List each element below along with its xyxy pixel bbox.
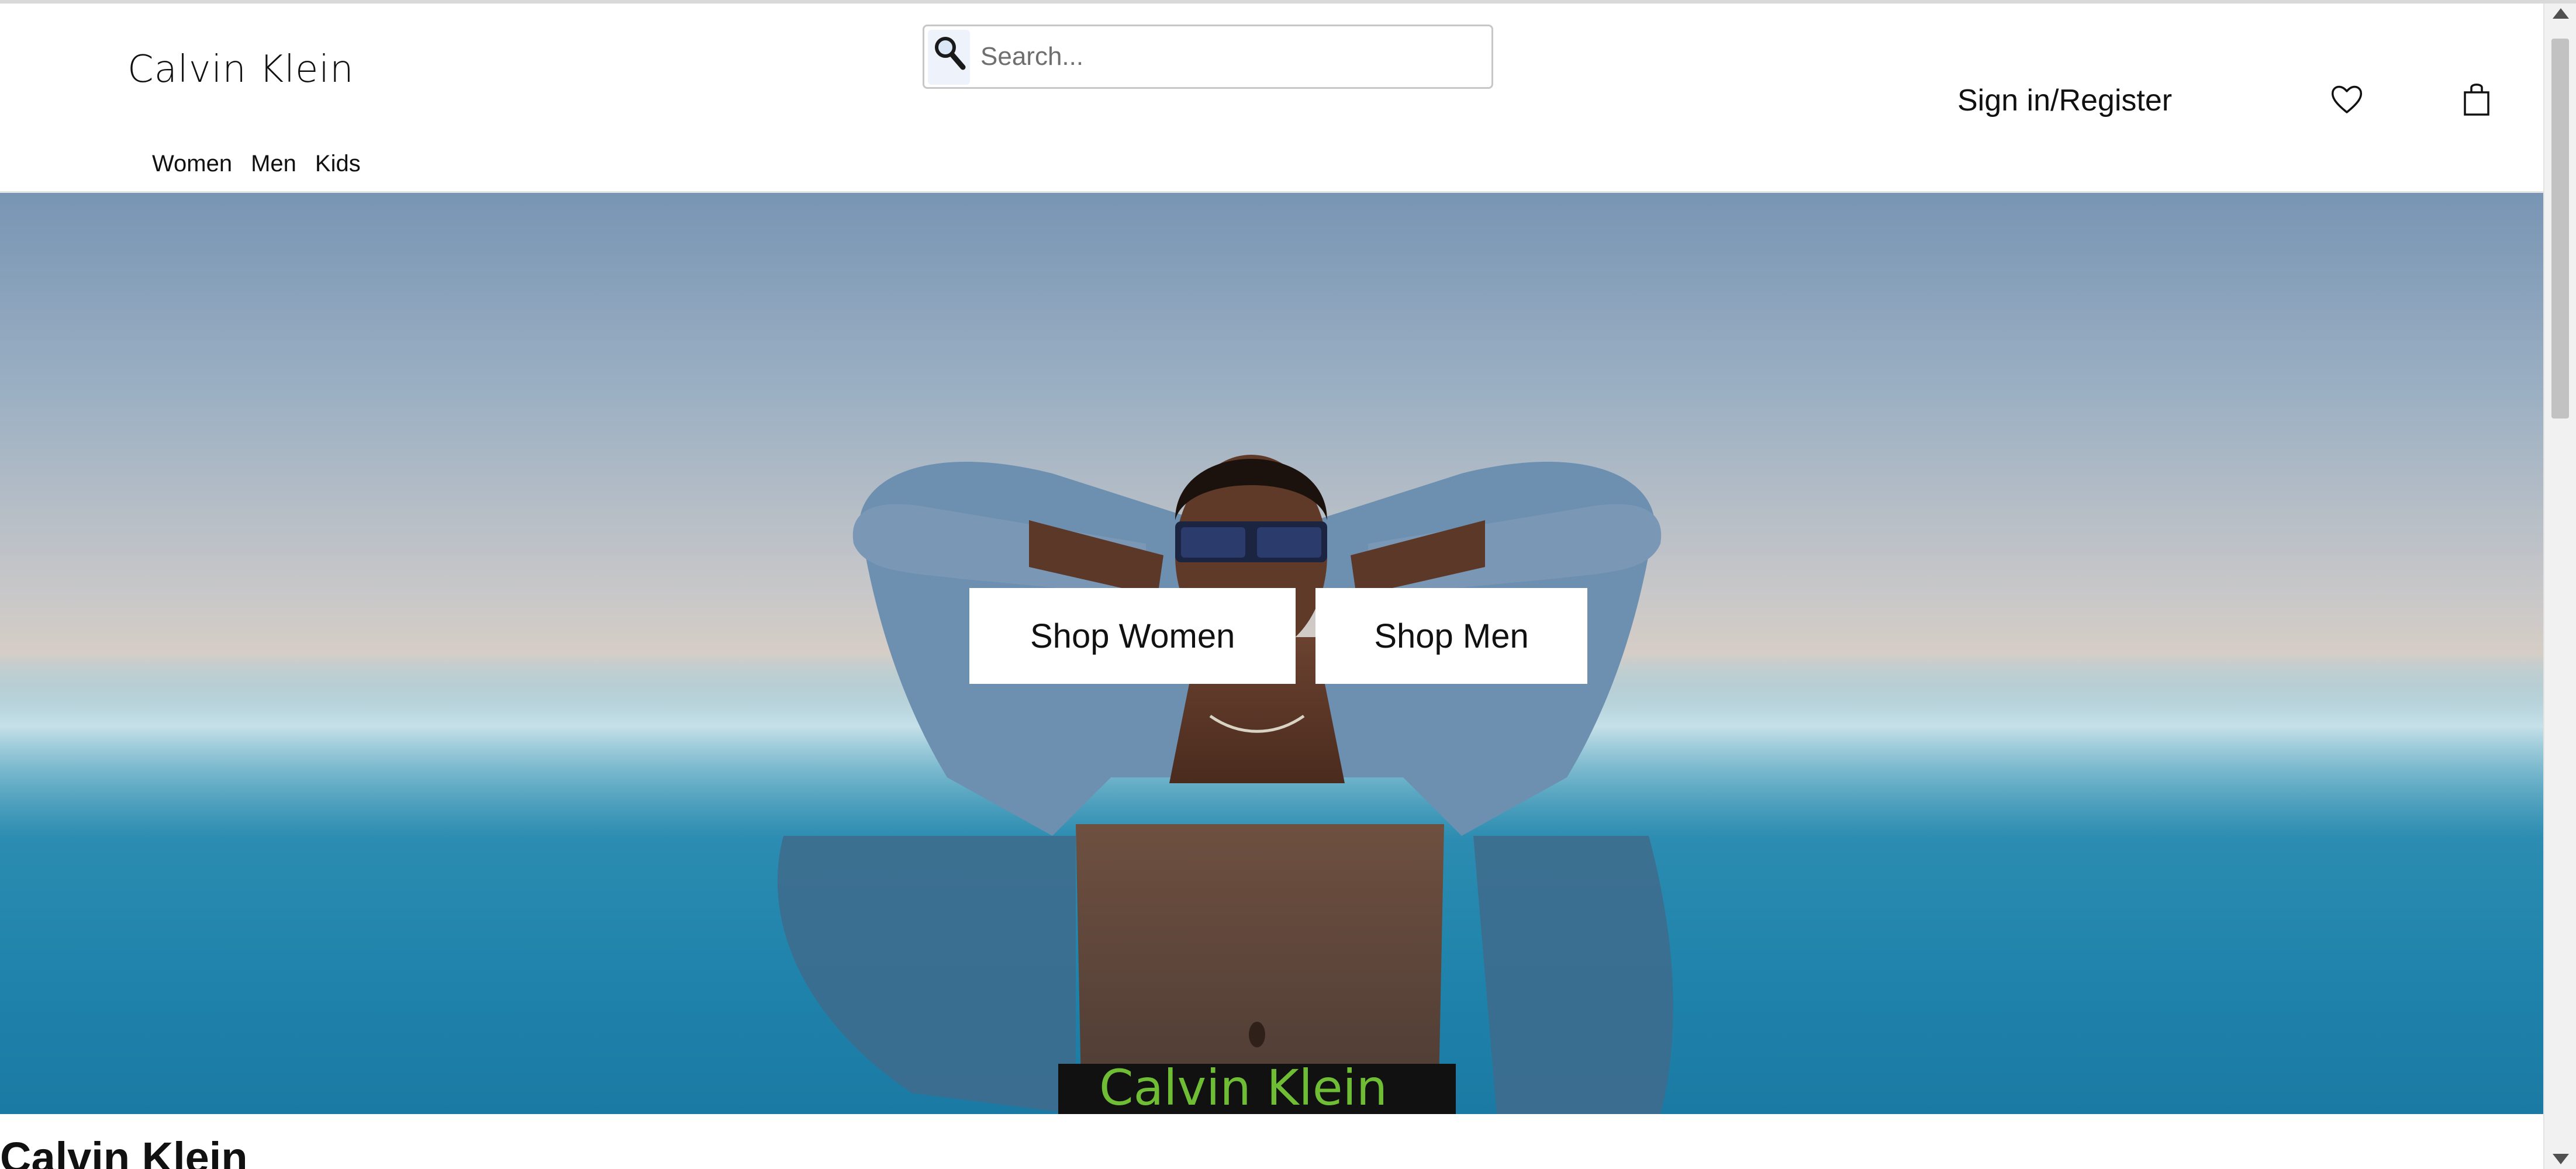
nav-item-kids[interactable]: Kids bbox=[315, 151, 361, 177]
nav-item-men[interactable]: Men bbox=[251, 151, 296, 177]
site-header: Calvin Klein Sign in/Register Women Men … bbox=[0, 4, 2543, 193]
shop-women-button[interactable]: Shop Women bbox=[969, 588, 1296, 684]
section-heading: Calvin Klein bbox=[0, 1133, 248, 1169]
hero-banner[interactable]: Calvin Klein Shop Women Shop Men bbox=[0, 193, 2543, 1114]
main-nav: Women Men Kids bbox=[152, 151, 361, 177]
scroll-up-arrow-icon[interactable] bbox=[2553, 8, 2569, 19]
search-icon[interactable] bbox=[928, 30, 970, 85]
search-input[interactable] bbox=[980, 26, 1483, 87]
heart-icon[interactable] bbox=[2329, 82, 2364, 117]
scroll-down-arrow-icon[interactable] bbox=[2553, 1154, 2569, 1164]
page-scrollbar[interactable] bbox=[2543, 4, 2576, 1169]
hero-cta-group: Shop Women Shop Men bbox=[969, 588, 1587, 684]
shopping-bag-icon[interactable] bbox=[2461, 81, 2492, 117]
brand-logo[interactable]: Calvin Klein bbox=[127, 48, 354, 91]
nav-item-women[interactable]: Women bbox=[152, 151, 232, 177]
sign-in-register-link[interactable]: Sign in/Register bbox=[1957, 83, 2172, 118]
shop-men-button[interactable]: Shop Men bbox=[1315, 588, 1587, 684]
search-box[interactable] bbox=[923, 25, 1493, 89]
scrollbar-thumb[interactable] bbox=[2551, 39, 2569, 419]
svg-text:Calvin Klein: Calvin Klein bbox=[1099, 1059, 1387, 1114]
